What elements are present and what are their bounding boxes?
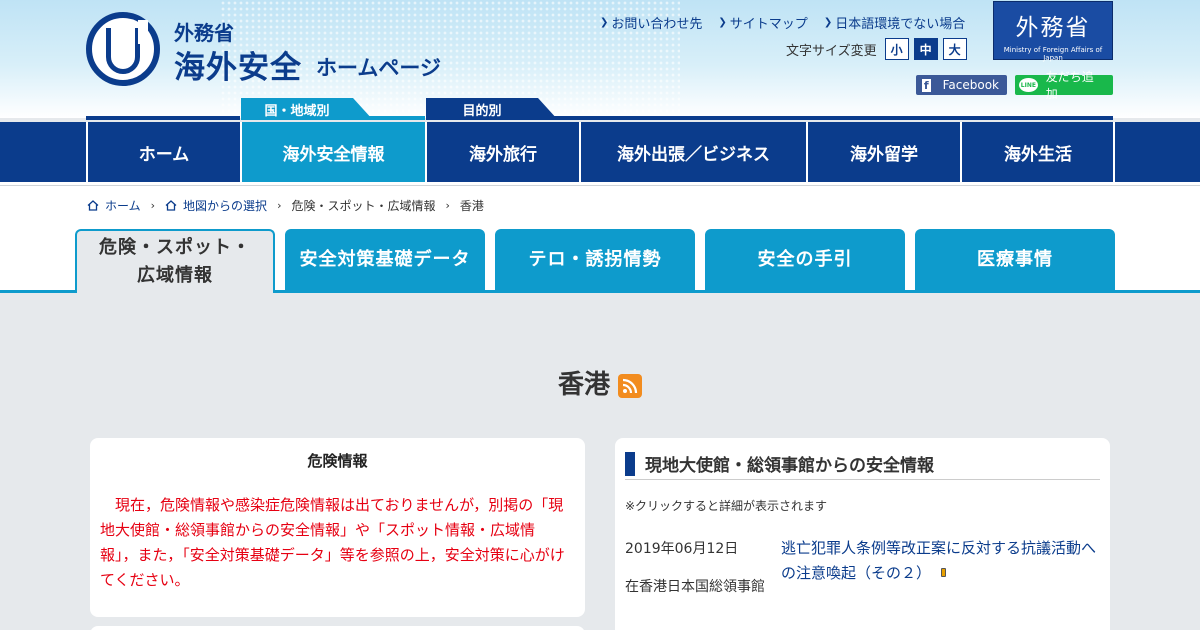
active-tab-gap <box>77 290 273 293</box>
breadcrumb-separator: › <box>445 199 450 212</box>
tab-danger-label: 危険・スポット・ 広域情報 <box>99 237 251 286</box>
home-icon <box>87 200 99 211</box>
mofa-banner[interactable]: 外務省 Ministry of Foreign Affairs of Japan <box>993 1 1113 62</box>
tab-safety-guide[interactable]: 安全の手引 <box>705 229 905 291</box>
breadcrumb-map-select[interactable]: 地図からの選択 <box>183 197 267 214</box>
embassy-card-heading: 現地大使館・総領事館からの安全情報 <box>645 456 934 476</box>
rss-icon[interactable] <box>618 373 642 398</box>
tab-danger-spot-info[interactable]: 危険・スポット・ 広域情報 <box>75 229 275 293</box>
font-size-label: 文字サイズ変更 <box>786 43 877 59</box>
embassy-safety-card: 現地大使館・総領事館からの安全情報 ※クリックすると詳細が表示されます 2019… <box>615 438 1110 630</box>
nav-business[interactable]: 海外出張／ビジネス <box>579 122 806 182</box>
nav-accent-line <box>86 116 240 120</box>
home-icon <box>165 200 177 211</box>
font-size-small-button[interactable]: 小 <box>884 38 909 60</box>
nav-overseas-safety[interactable]: 海外安全情報 <box>240 122 425 182</box>
nav-divider <box>1113 122 1115 182</box>
entry-link[interactable]: 逃亡犯罪人条例等改正案に反対する抗議活動への注意喚起（その２） <box>781 536 1101 586</box>
facebook-icon: f <box>922 78 931 92</box>
sitemap-link[interactable]: ❯ サイトマップ <box>718 13 807 32</box>
font-size-large-button[interactable]: 大 <box>942 38 967 60</box>
tab-safety-basic-data[interactable]: 安全対策基礎データ <box>285 229 485 291</box>
chevron-right-icon: ❯ <box>823 17 833 28</box>
breadcrumb-home[interactable]: ホーム <box>105 197 141 214</box>
nav-home[interactable]: ホーム <box>86 122 240 182</box>
heading-accent-bar <box>625 451 635 476</box>
embassy-card-header: 現地大使館・総領事館からの安全情報 <box>625 448 1100 480</box>
chevron-right-icon: ❯ <box>718 17 727 28</box>
breadcrumb: ホーム › 地図からの選択 › 危険・スポット・広域情報 › 香港 <box>87 197 484 214</box>
nav-travel[interactable]: 海外旅行 <box>425 122 579 182</box>
tab-terror-kidnap[interactable]: テロ・誘拐情勢 <box>495 229 695 291</box>
next-card <box>90 626 585 630</box>
site-subtitle: ホームページ <box>316 56 441 80</box>
breadcrumb-current: 香港 <box>459 199 484 213</box>
page-title-row: 香港 <box>0 364 1200 401</box>
danger-info-heading: 危険情報 <box>307 452 368 470</box>
nav-tag-country: 国・地域別 <box>241 98 373 120</box>
entry-source: 在香港日本国総領事館 <box>625 579 765 595</box>
font-size-switcher: 文字サイズ変更 小 中 大 <box>786 38 967 60</box>
danger-info-card: 危険情報 現在，危険情報や感染症危険情報は出ておりませんが，別掲の「現地大使館・… <box>90 438 585 617</box>
site-logo-icon[interactable] <box>86 12 160 86</box>
nav-living[interactable]: 海外生活 <box>960 122 1114 182</box>
tab-medical[interactable]: 医療事情 <box>915 229 1115 291</box>
line-icon: LINE <box>1019 78 1038 92</box>
non-japanese-link[interactable]: ❯ 日本語環境でない場合 <box>824 13 965 32</box>
page-title: 香港 <box>557 370 610 400</box>
utility-links: ❯ お問い合わせ先 ❯ サイトマップ ❯ 日本語環境でない場合 <box>600 13 965 32</box>
contact-link[interactable]: ❯ お問い合わせ先 <box>600 13 702 32</box>
danger-info-body: 現在，危険情報や感染症危険情報は出ておりませんが，別掲の「現地大使館・総領事館か… <box>100 496 565 589</box>
chevron-right-icon: ❯ <box>600 17 609 28</box>
site-title[interactable]: 海外安全 <box>174 42 302 87</box>
click-note: ※クリックすると詳細が表示されます <box>625 499 828 513</box>
nav-study[interactable]: 海外留学 <box>806 122 960 182</box>
breadcrumb-separator: › <box>150 199 156 212</box>
nav-tag-purpose: 目的別 <box>426 98 558 120</box>
mofa-kanji: 外務省 <box>1015 15 1091 41</box>
breadcrumb-separator: › <box>277 199 282 212</box>
font-size-medium-button[interactable]: 中 <box>913 38 938 60</box>
line-add-friend-button[interactable]: LINE 友だち追加 <box>1015 70 1113 101</box>
breadcrumb-danger-info: 危険・スポット・広域情報 <box>291 199 436 213</box>
mofa-english: Ministry of Foreign Affairs of Japan <box>1003 46 1103 62</box>
facebook-button[interactable]: f Facebook <box>916 75 1007 95</box>
entry-date: 2019年06月12日 <box>625 541 739 557</box>
mobile-icon <box>941 568 947 577</box>
